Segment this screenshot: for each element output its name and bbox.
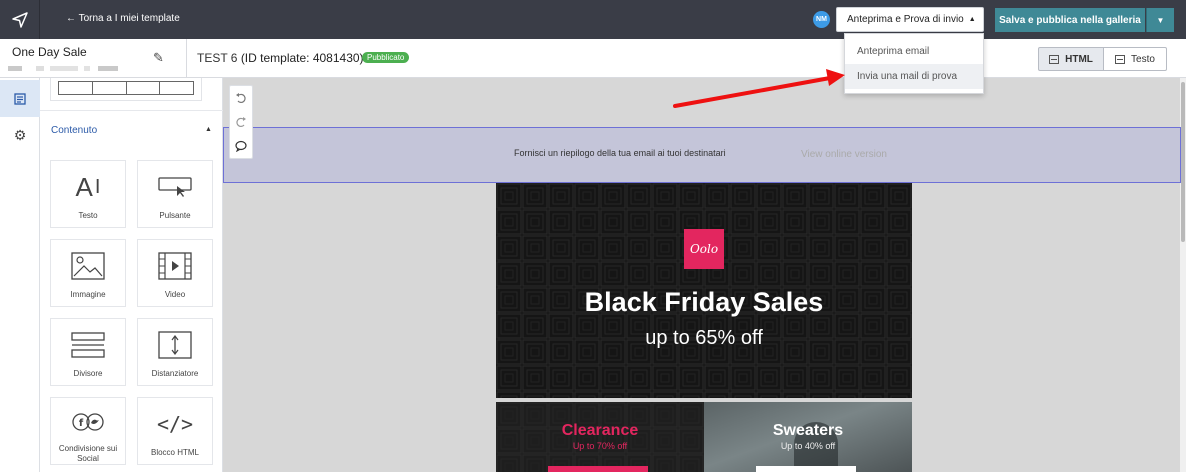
four-column-layout-icon[interactable] — [58, 81, 194, 95]
blocks-icon — [14, 92, 26, 105]
hero-block[interactable]: Oolo Black Friday Sales up to 65% off — [496, 183, 912, 398]
tile-text[interactable]: AI Testo — [50, 160, 126, 228]
template-info: TEST 6 (ID template: 4081430) — [197, 51, 364, 65]
menu-item-preview-email[interactable]: Anteprima email — [845, 39, 983, 64]
video-icon — [158, 252, 192, 280]
tile-button[interactable]: Pulsante — [137, 160, 213, 228]
tile-social-share[interactable]: f Condivisione sui Social — [50, 397, 126, 465]
promo-sweaters-block[interactable]: Sweaters Up to 40% off — [704, 402, 912, 472]
template-id: (ID template: 4081430) — [240, 51, 364, 65]
tile-html-block[interactable]: </> Blocco HTML — [137, 397, 213, 465]
spacer-icon — [158, 331, 192, 359]
undo-icon[interactable] — [230, 86, 252, 110]
settings-tab[interactable]: ⚙ — [0, 117, 40, 154]
email-editor-app: ← Torna a I miei template NM Anteprima e… — [0, 0, 1186, 472]
template-info-prefix: TEST 6 — [197, 51, 238, 65]
promo-clearance-title: Clearance — [561, 422, 639, 439]
tile-label: Immagine — [70, 290, 106, 299]
tile-spacer[interactable]: Distanziatore — [137, 318, 213, 386]
save-and-publish-button[interactable]: Salva e pubblica nella galleria — [995, 8, 1145, 32]
redo-icon[interactable] — [230, 110, 252, 134]
promo-sweaters-sub: Up to 40% off — [780, 441, 836, 451]
preview-dropdown-menu: Anteprima email Invia una mail di prova — [844, 33, 984, 94]
template-header-bar: One Day Sale ✎ TEST 6 (ID template: 4081… — [0, 39, 1186, 78]
panel-divider — [40, 110, 223, 111]
text-view-toggle[interactable]: Testo — [1103, 47, 1167, 71]
preheader-text[interactable]: Fornisci un riepilogo della tua email ai… — [514, 148, 726, 158]
collapse-caret-icon[interactable]: ▲ — [205, 126, 212, 133]
html-block-icon: </> — [156, 412, 194, 436]
preview-and-test-button[interactable]: Anteprima e Prova di invio ▲ — [836, 7, 984, 32]
html-view-label: HTML — [1065, 53, 1093, 65]
promo-clearance-button[interactable] — [548, 466, 648, 472]
tile-label: Video — [164, 290, 186, 299]
promo-clearance-sub: Up to 70% off — [572, 441, 628, 451]
menu-item-send-test-email[interactable]: Invia una mail di prova — [845, 64, 983, 89]
comment-icon[interactable] — [230, 134, 252, 158]
left-icon-rail: ⚙ — [0, 78, 40, 472]
tile-divider[interactable]: Divisore — [50, 318, 126, 386]
tile-label: Pulsante — [159, 211, 191, 220]
hero-subtitle: up to 65% off — [645, 327, 763, 349]
content-section-title[interactable]: Contenuto — [51, 125, 97, 136]
hero-title: Black Friday Sales — [584, 287, 824, 317]
preview-button-label: Anteprima e Prova di invio — [847, 14, 964, 25]
text-view-icon — [1115, 54, 1126, 64]
top-bar: ← Torna a I miei template NM Anteprima e… — [0, 0, 1186, 39]
promo-sweaters-button[interactable] — [756, 466, 856, 472]
image-icon — [71, 252, 105, 280]
back-to-templates-link[interactable]: ← Torna a I miei template — [66, 13, 180, 24]
content-blocks-tab[interactable] — [0, 80, 40, 117]
caret-up-icon: ▲ — [968, 16, 976, 23]
promo-sweaters-title: Sweaters — [772, 422, 844, 439]
canvas-scroll-thumb[interactable] — [1181, 82, 1185, 242]
svg-text:f: f — [79, 418, 84, 429]
html-view-toggle[interactable]: HTML — [1038, 47, 1104, 71]
brand-logo: Oolo — [684, 229, 724, 269]
avatar[interactable]: NM — [813, 11, 830, 28]
tile-image[interactable]: Immagine — [50, 239, 126, 307]
tile-label: Divisore — [73, 369, 103, 378]
text-view-label: Testo — [1131, 53, 1155, 65]
template-subtitle-redacted — [8, 66, 118, 72]
divider-icon — [71, 331, 105, 359]
text-icon: AI — [75, 171, 101, 202]
preheader-row[interactable]: Fornisci un riepilogo della tua email ai… — [223, 127, 1181, 183]
edit-name-pencil-icon[interactable]: ✎ — [153, 50, 164, 66]
status-badge: Pubblicato — [362, 52, 410, 63]
send-logo-icon[interactable] — [0, 0, 40, 39]
tile-video[interactable]: Video — [137, 239, 213, 307]
gear-icon: ⚙ — [13, 127, 27, 143]
tile-label: Distanziatore — [151, 369, 199, 378]
publish-options-chevron-down-icon[interactable]: ▼ — [1146, 8, 1174, 32]
tile-label: Blocco HTML — [150, 448, 199, 457]
tile-label: Testo — [78, 211, 98, 220]
view-online-link[interactable]: View online version — [801, 149, 887, 160]
social-share-icon: f — [71, 410, 105, 434]
history-toolbar — [229, 85, 253, 159]
template-name[interactable]: One Day Sale — [12, 45, 87, 59]
promo-clearance-block[interactable]: Clearance Up to 70% off — [496, 402, 704, 472]
content-panel: Contenuto ▲ AI Testo Pulsante Immagine V — [40, 78, 223, 472]
html-view-icon — [1049, 54, 1060, 64]
header-divider — [186, 39, 187, 78]
button-icon — [157, 173, 193, 201]
tile-label: Condivisione sui Social — [58, 444, 118, 463]
